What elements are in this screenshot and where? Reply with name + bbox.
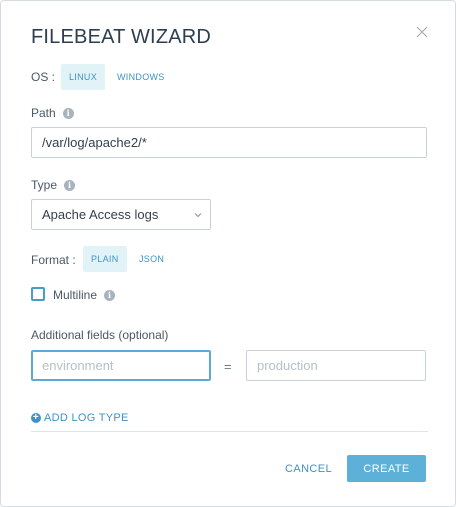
- info-icon[interactable]: i: [104, 290, 116, 301]
- create-button[interactable]: CREATE: [347, 455, 426, 482]
- filebeat-wizard-dialog: FILEBEAT WIZARD OS : LINUX WINDOWS Path i…: [0, 0, 456, 507]
- additional-fields-label: Additional fields (optional): [31, 328, 169, 342]
- multiline-checkbox[interactable]: [31, 287, 45, 301]
- format-option-json[interactable]: JSON: [131, 246, 172, 272]
- format-option-plain[interactable]: PLAIN: [83, 246, 127, 272]
- multiline-label: Multiline i: [53, 288, 116, 302]
- multiline-label-text: Multiline: [53, 288, 98, 302]
- type-label-text: Type: [31, 178, 58, 192]
- type-select[interactable]: Apache Access logs: [31, 199, 211, 230]
- close-button[interactable]: [413, 23, 431, 41]
- field-value-input[interactable]: [246, 350, 426, 381]
- divider: [31, 431, 428, 432]
- add-log-type-link[interactable]: + ADD LOG TYPE: [31, 412, 129, 424]
- os-label: OS :: [31, 70, 56, 84]
- type-label: Type i: [31, 178, 76, 192]
- cancel-button[interactable]: CANCEL: [283, 457, 334, 481]
- path-input[interactable]: [31, 127, 427, 158]
- path-label: Path i: [31, 106, 74, 120]
- equals-sign: =: [224, 359, 232, 374]
- field-key-input[interactable]: [31, 350, 211, 381]
- format-label: Format :: [31, 253, 76, 267]
- plus-circle-icon: +: [31, 412, 41, 423]
- chevron-down-icon: [194, 213, 202, 218]
- close-icon: [416, 26, 428, 38]
- path-label-text: Path: [31, 106, 56, 120]
- type-select-value: Apache Access logs: [42, 207, 159, 222]
- info-icon[interactable]: i: [64, 180, 76, 191]
- add-log-type-label: ADD LOG TYPE: [44, 412, 129, 424]
- info-icon[interactable]: i: [62, 108, 74, 119]
- os-option-linux[interactable]: LINUX: [61, 64, 106, 90]
- dialog-title: FILEBEAT WIZARD: [31, 26, 212, 48]
- os-option-windows[interactable]: WINDOWS: [109, 64, 173, 90]
